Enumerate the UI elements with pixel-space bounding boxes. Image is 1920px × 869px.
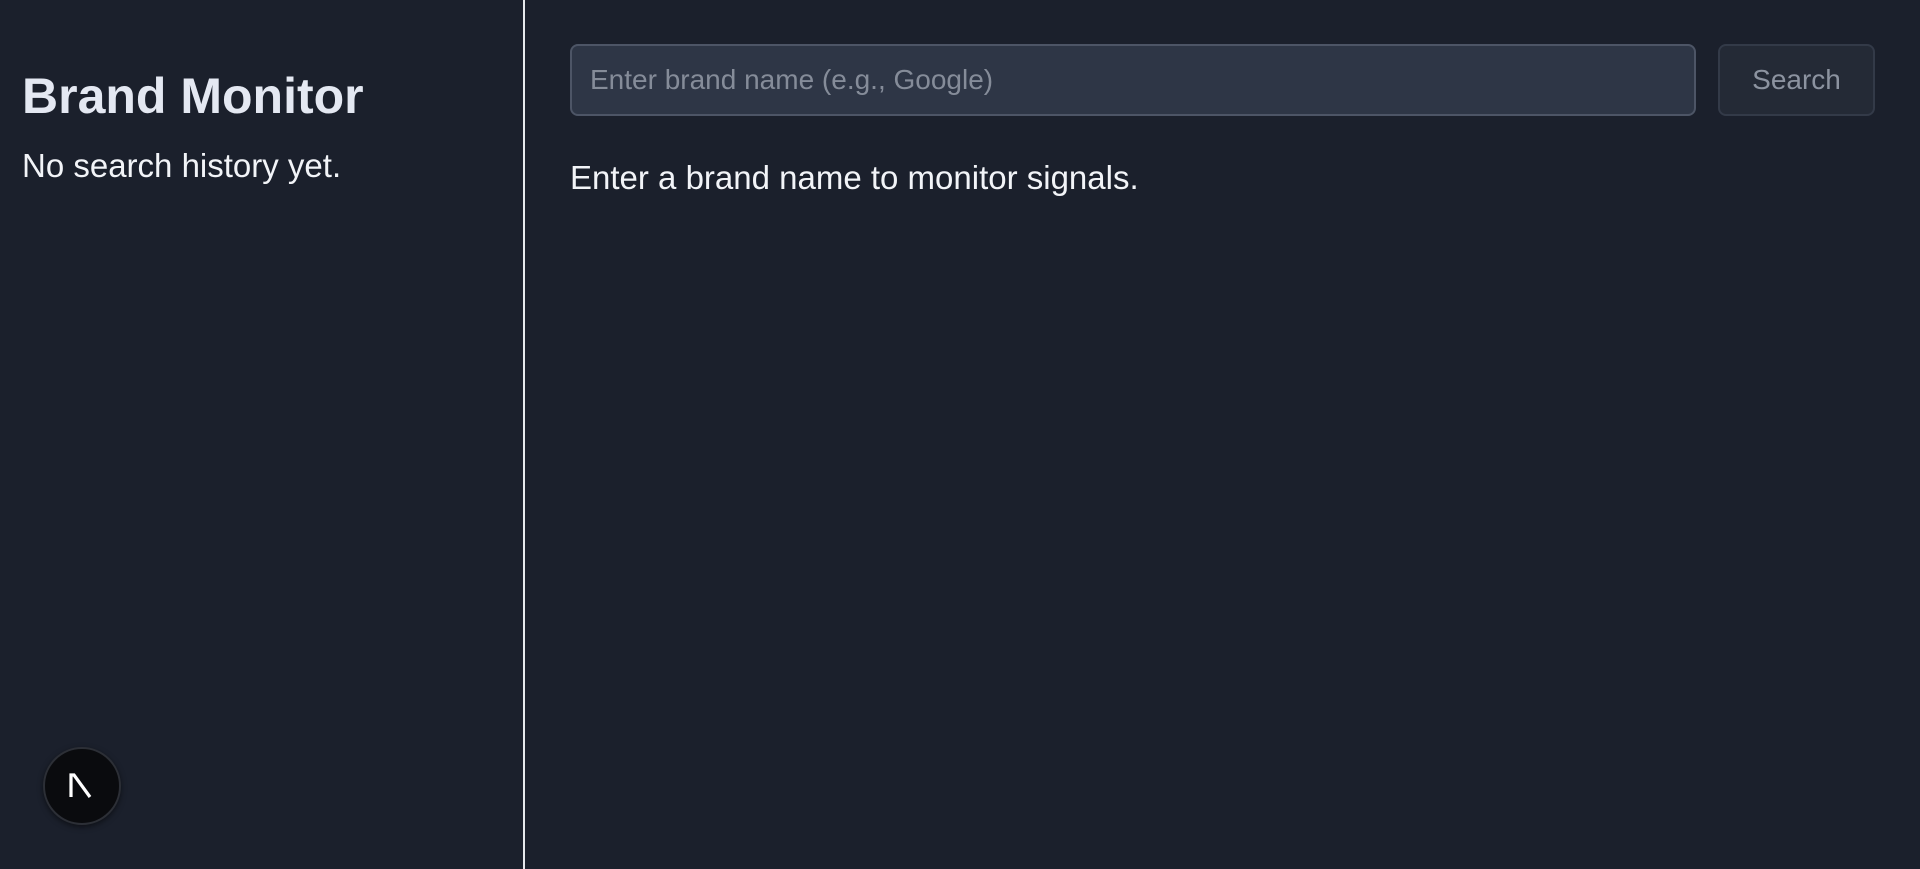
brand-search-input[interactable] [570,44,1696,116]
nextjs-logo-glyph [69,773,92,798]
app-root: Brand Monitor No search history yet. Sea… [0,0,1920,869]
sidebar: Brand Monitor No search history yet. [0,0,525,869]
nextjs-logo-icon[interactable] [43,747,121,825]
main-content: Search Enter a brand name to monitor sig… [525,0,1920,869]
empty-state-prompt: Enter a brand name to monitor signals. [570,159,1139,196]
search-button[interactable]: Search [1718,44,1875,116]
search-history-empty-message: No search history yet. [22,147,342,184]
sidebar-title: Brand Monitor [22,68,364,124]
